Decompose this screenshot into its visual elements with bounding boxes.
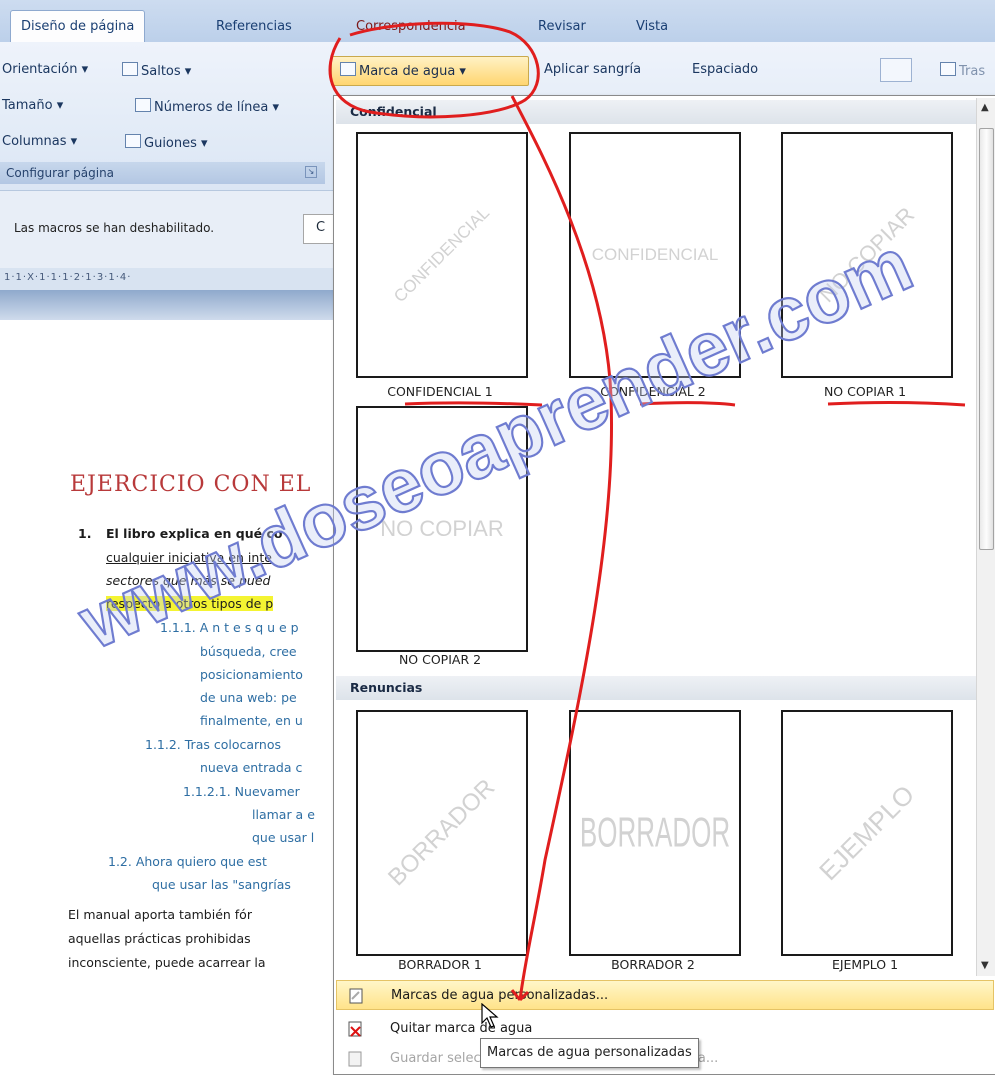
tooltip: Marcas de agua personalizadas <box>480 1038 699 1068</box>
send-back-icon <box>940 62 956 76</box>
page-border-icon[interactable] <box>880 58 912 82</box>
save-selection-icon <box>348 1051 362 1067</box>
tab-correspondencia[interactable]: Correspondencia <box>356 12 466 42</box>
saltos-icon <box>122 62 138 76</box>
doc-line: que usar l <box>252 830 315 845</box>
thumb-label: NO COPIAR 2 <box>398 652 482 667</box>
document-heading: EJERCICIO CON EL <box>70 472 312 497</box>
tab-referencias[interactable]: Referencias <box>216 12 292 42</box>
hyphenation-icon <box>125 134 141 148</box>
watermark-gallery-menu: Confidencial CONFIDENCIAL CONFIDENCIAL 1… <box>333 95 995 1075</box>
doc-line: El libro explica en qué co <box>106 526 283 541</box>
watermark-thumb-ejemplo-1[interactable]: EJEMPLO <box>781 710 953 956</box>
doc-line: 1.2. Ahora quiero que est <box>108 854 267 869</box>
doc-line: 1.1.2. Tras colocarnos <box>145 737 282 752</box>
document-page[interactable]: EJERCICIO CON EL 1. El libro explica en … <box>0 320 340 1073</box>
watermark-icon <box>340 62 356 76</box>
doc-line: búsqueda, cree <box>200 644 297 659</box>
group-label-configurar-pagina: Configurar página <box>0 162 325 184</box>
watermark-thumb-borrador-2[interactable]: BORRADOR <box>569 710 741 956</box>
doc-line: cualquier iniciativa en inte <box>106 550 272 565</box>
doc-line: El manual aporta también fór <box>68 907 252 922</box>
gallery-scrollbar[interactable]: ▲ ▼ <box>976 98 995 976</box>
doc-line: finalmente, en u <box>200 713 303 728</box>
doc-line: de una web: pe <box>200 690 297 705</box>
aplicar-sangria-label: Aplicar sangría <box>544 62 642 77</box>
tab-diseno-pagina[interactable]: Diseño de página <box>10 10 146 44</box>
marca-de-agua-button[interactable]: Marca de agua ▾ <box>331 56 529 86</box>
tamano-button[interactable]: Tamaño ▾ <box>2 98 63 113</box>
columnas-button[interactable]: Columnas ▾ <box>2 134 77 149</box>
ruler-ticks: 1·1·X·1·1·1·2·1·3·1·4· <box>4 272 132 283</box>
thumb-label: BORRADOR 1 <box>398 957 482 972</box>
thumb-label: BORRADOR 2 <box>611 957 695 972</box>
tab-vista[interactable]: Vista <box>636 12 668 42</box>
thumb-label: CONFIDENCIAL 2 <box>600 384 706 399</box>
doc-line: 1.1.2.1. Nuevamer <box>183 784 300 799</box>
espaciado-label: Espaciado <box>692 62 759 77</box>
doc-line: sectores que más se pued <box>106 573 271 588</box>
thumb-label: EJEMPLO 1 <box>831 957 899 972</box>
doc-line: llamar a e <box>252 807 315 822</box>
tab-revisar[interactable]: Revisar <box>538 12 586 42</box>
doc-line: que usar las "sangrías <box>152 877 291 892</box>
watermark-thumb-no-copiar-2[interactable]: NO COPIAR <box>356 406 528 652</box>
tras-button[interactable]: Tras <box>940 62 985 79</box>
mouse-cursor-icon <box>481 1003 499 1028</box>
macro-warning-text: Las macros se han deshabilitado. <box>14 221 215 235</box>
watermark-thumb-no-copiar-1[interactable]: NO COPIAR <box>781 132 953 378</box>
list-number: 1. <box>78 526 92 541</box>
thumb-label: CONFIDENCIAL 1 <box>387 384 493 399</box>
section-header-renuncias: Renuncias <box>336 676 976 700</box>
orientacion-button[interactable]: Orientación ▾ <box>2 62 88 77</box>
doc-line: nueva entrada c <box>200 760 303 775</box>
scrollbar-thumb[interactable] <box>979 128 994 550</box>
remove-watermark-icon <box>348 1021 362 1037</box>
doc-line: inconsciente, puede acarrear la <box>68 955 266 970</box>
menu-item-marcas-personalizadas[interactable]: Marcas de agua personalizadas... <box>336 980 994 1010</box>
doc-line: 1.1.1. A n t e s q u e p <box>160 620 299 635</box>
thumb-label: NO COPIAR 1 <box>823 384 907 399</box>
saltos-button[interactable]: Saltos ▾ <box>122 62 191 79</box>
ruler[interactable]: 1·1·X·1·1·1·2·1·3·1·4· <box>0 268 340 290</box>
macro-warning-bar: Las macros se han deshabilitado. C <box>0 190 345 270</box>
doc-line: posicionamiento <box>200 667 303 682</box>
scroll-down-icon[interactable]: ▼ <box>981 960 989 971</box>
watermark-thumb-borrador-1[interactable]: BORRADOR <box>356 710 528 956</box>
custom-watermark-icon <box>349 988 363 1004</box>
line-numbers-icon <box>135 98 151 112</box>
watermark-thumb-confidencial-1[interactable]: CONFIDENCIAL <box>356 132 528 378</box>
section-header-confidencial: Confidencial <box>336 100 976 124</box>
scroll-up-icon[interactable]: ▲ <box>981 102 989 113</box>
document-background-strip <box>0 290 340 320</box>
ribbon-tab-bar: Diseño de página Referencias Corresponde… <box>0 0 995 44</box>
doc-line-highlighted: respecto a otros tipos de p <box>106 596 274 611</box>
numeros-linea-button[interactable]: Números de línea ▾ <box>135 98 279 115</box>
doc-line: aquellas prácticas prohibidas <box>68 931 251 946</box>
watermark-thumb-confidencial-2[interactable]: CONFIDENCIAL <box>569 132 741 378</box>
dialog-launcher-icon[interactable]: ↘ <box>305 166 317 178</box>
guiones-button[interactable]: Guiones ▾ <box>125 134 208 151</box>
